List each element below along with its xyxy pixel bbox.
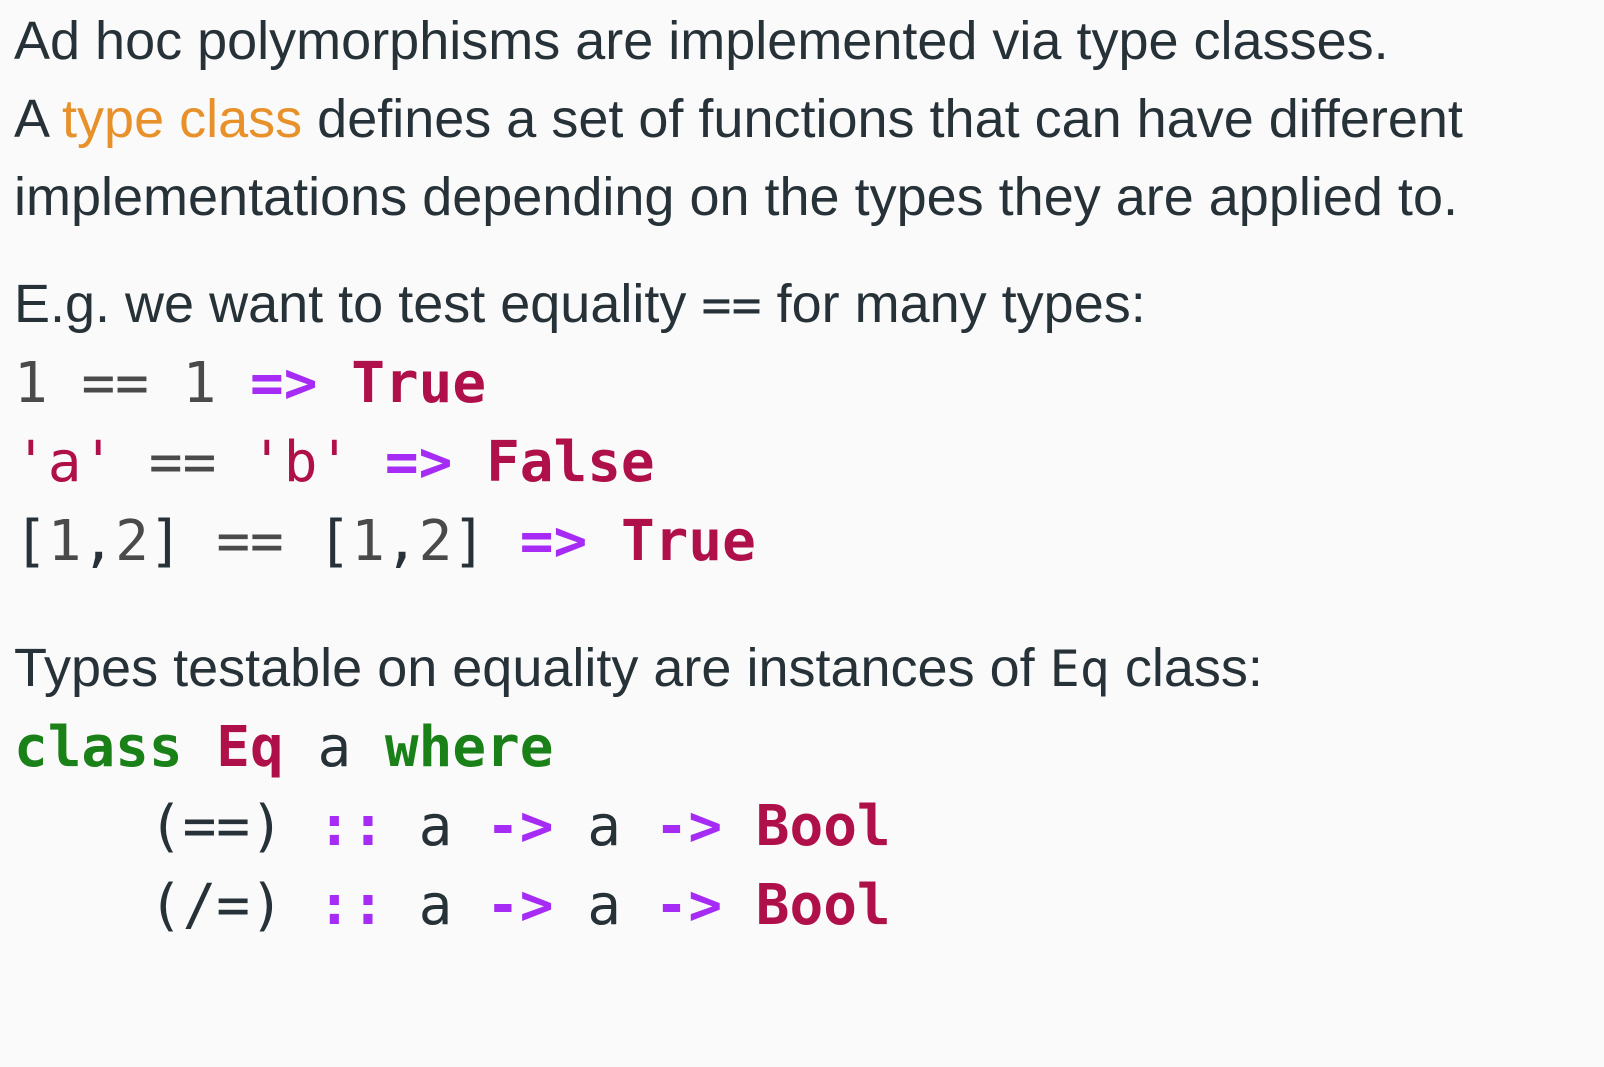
code-number: 2 xyxy=(115,509,149,574)
eq-intro-prefix: Types testable on equality are instances… xyxy=(14,638,1050,698)
code-bracket: [ xyxy=(14,509,48,574)
code-operator: == xyxy=(81,351,149,416)
intro-line-1: Ad hoc polymorphisms are implemented via… xyxy=(14,2,1594,80)
code-type-variable: a xyxy=(587,873,621,938)
code-line: (/=) :: a -> a -> Bool xyxy=(14,873,891,938)
code-char-literal: 'b' xyxy=(250,430,352,495)
code-bracket: [ xyxy=(317,509,352,574)
code-constructor: True xyxy=(620,509,756,574)
code-number: 1 xyxy=(182,351,217,416)
eq-class-definition-code: class Eq a where (==) :: a -> a -> Bool … xyxy=(14,708,1594,945)
code-arrow: => xyxy=(384,430,453,495)
code-type-variable: a xyxy=(587,794,621,859)
intro-line-2-suffix: defines a set of functions that can have… xyxy=(302,89,1463,149)
example-intro-suffix: for many types: xyxy=(761,274,1146,334)
code-signature-operator: :: xyxy=(317,873,385,938)
code-constructor: False xyxy=(486,430,655,495)
code-return-type: Bool xyxy=(755,794,891,859)
code-comma: , xyxy=(384,509,419,574)
example-intro: E.g. we want to test equality == for man… xyxy=(14,265,1594,344)
code-arrow: -> xyxy=(486,873,554,938)
intro-line-3-text: implementations depending on the types t… xyxy=(14,167,1458,227)
slide-content: Ad hoc polymorphisms are implemented via… xyxy=(14,0,1594,945)
code-arrow: => xyxy=(519,509,588,574)
code-operator: == xyxy=(148,430,217,495)
code-number: 2 xyxy=(418,509,453,574)
code-bracket: ] xyxy=(452,509,487,574)
code-constructor: True xyxy=(351,351,487,416)
code-method-name: (/=) xyxy=(148,873,284,938)
code-line: (==) :: a -> a -> Bool xyxy=(14,794,891,859)
code-line: class Eq a where xyxy=(14,715,553,780)
code-char-literal: 'a' xyxy=(14,430,116,495)
eq-intro-suffix: class: xyxy=(1109,638,1263,698)
code-type-variable: a xyxy=(418,873,453,938)
code-keyword: class xyxy=(14,715,183,780)
code-method-name: (==) xyxy=(148,794,284,859)
code-line: 1 == 1 => True xyxy=(14,351,486,416)
code-line: [1,2] == [1,2] => True xyxy=(14,509,756,574)
code-arrow: => xyxy=(250,351,318,416)
example-intro-prefix: E.g. we want to test equality xyxy=(14,274,702,334)
code-type-variable: a xyxy=(317,715,352,780)
equality-examples-code: 1 == 1 => True 'a' == 'b' => False [1,2]… xyxy=(14,344,1594,581)
intro-line-2: A type class defines a set of functions … xyxy=(14,80,1594,158)
code-type-variable: a xyxy=(418,794,453,859)
code-line: 'a' == 'b' => False xyxy=(14,430,655,495)
code-keyword: where xyxy=(384,715,554,780)
eq-intro: Types testable on equality are instances… xyxy=(14,629,1594,708)
code-return-type: Bool xyxy=(755,873,891,938)
intro-line-3: implementations depending on the types t… xyxy=(14,158,1594,236)
equality-operator-code: == xyxy=(701,276,762,334)
intro-line-2-prefix: A xyxy=(14,89,63,149)
eq-class-code: Eq xyxy=(1049,640,1110,698)
code-arrow: -> xyxy=(486,794,554,859)
code-number: 1 xyxy=(351,509,385,574)
code-arrow: -> xyxy=(654,794,723,859)
code-number: 1 xyxy=(14,351,48,416)
code-operator: == xyxy=(216,509,284,574)
code-arrow: -> xyxy=(654,873,723,938)
code-comma: , xyxy=(81,509,116,574)
code-class-name: Eq xyxy=(216,715,284,780)
code-bracket: ] xyxy=(148,509,183,574)
type-class-term: type class xyxy=(62,89,303,149)
code-signature-operator: :: xyxy=(317,794,385,859)
code-number: 1 xyxy=(47,509,82,574)
intro-line-1-text: Ad hoc polymorphisms are implemented via… xyxy=(14,11,1389,71)
